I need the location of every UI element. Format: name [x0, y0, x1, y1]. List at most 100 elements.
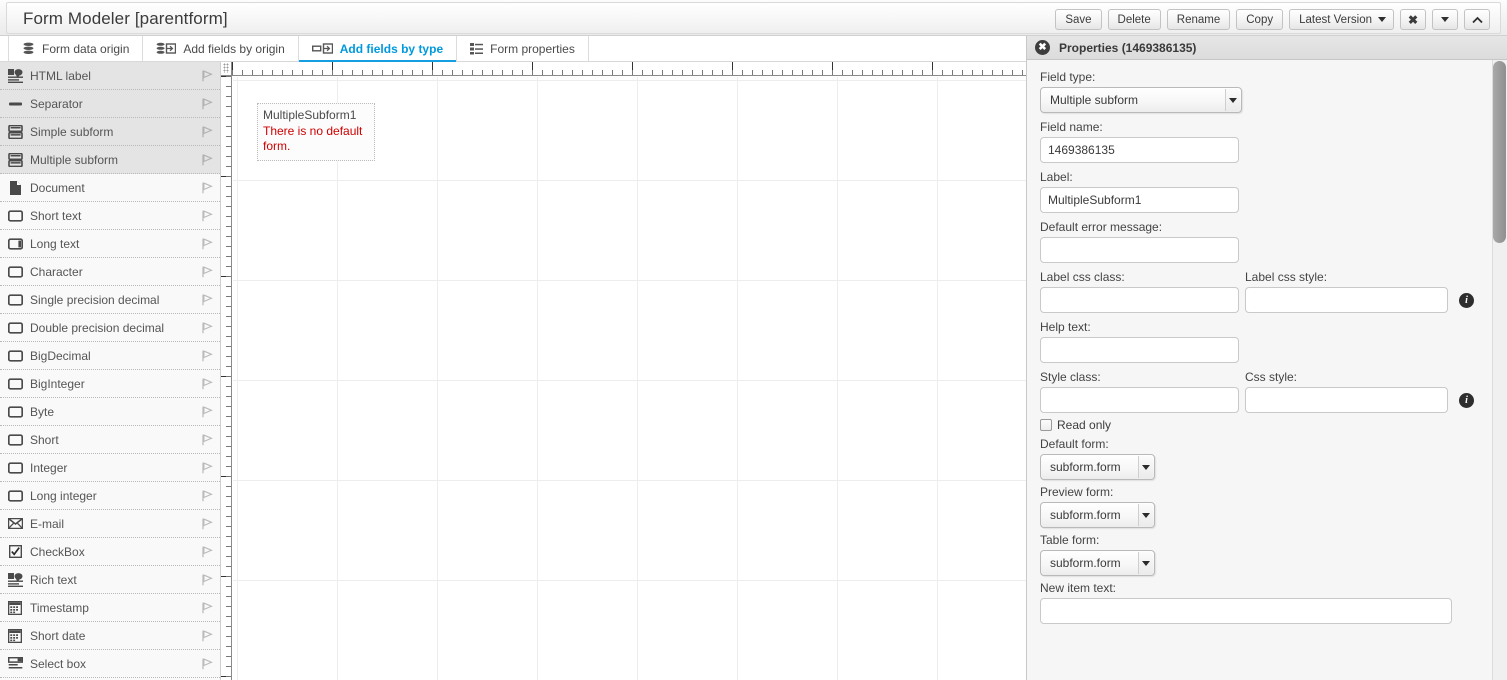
tab-label: Form data origin: [42, 41, 130, 56]
palette-item-rich-text[interactable]: Rich text: [0, 566, 220, 594]
palette-item-short-date[interactable]: Short date: [0, 622, 220, 650]
flag-icon[interactable]: [200, 377, 214, 391]
form-canvas[interactable]: MultipleSubform1 There is no default for…: [221, 62, 1026, 680]
flag-icon[interactable]: [200, 181, 214, 195]
table-form-select[interactable]: subform.form: [1040, 550, 1155, 576]
palette-item-checkbox[interactable]: CheckBox: [0, 538, 220, 566]
subform-icon: [6, 152, 24, 168]
flag-icon[interactable]: [200, 489, 214, 503]
palette-item-long-text[interactable]: Long text: [0, 230, 220, 258]
tab-label: Add fields by origin: [183, 41, 285, 56]
version-dropdown[interactable]: Latest Version: [1289, 9, 1394, 30]
info-icon[interactable]: i: [1459, 393, 1474, 408]
tab-add-fields-by-origin[interactable]: Add fields by origin: [143, 36, 299, 61]
palette-item-integer[interactable]: Integer: [0, 454, 220, 482]
palette-item-bigdecimal[interactable]: BigDecimal: [0, 342, 220, 370]
label-css-style-input[interactable]: [1245, 287, 1448, 313]
palette-item-label: Long integer: [30, 488, 97, 503]
preview-form-select[interactable]: subform.form: [1040, 502, 1155, 528]
default-form-select[interactable]: subform.form: [1040, 454, 1155, 480]
css-style-input[interactable]: [1245, 387, 1448, 413]
flag-icon[interactable]: [200, 517, 214, 531]
close-icon[interactable]: ✖: [1035, 40, 1050, 55]
palette-item-html-label[interactable]: HTML label: [0, 62, 220, 90]
info-icon[interactable]: i: [1459, 293, 1474, 308]
palette-item-label: E-mail: [30, 516, 65, 531]
palette-item-short-text[interactable]: Short text: [0, 202, 220, 230]
field-type-select[interactable]: Multiple subform: [1040, 87, 1242, 113]
palette-item-multiple-subform[interactable]: Multiple subform: [0, 146, 220, 174]
palette-item-biginteger[interactable]: BigInteger: [0, 370, 220, 398]
flag-icon[interactable]: [200, 405, 214, 419]
close-button[interactable]: ✖: [1400, 9, 1426, 30]
flag-icon[interactable]: [200, 125, 214, 139]
read-only-row[interactable]: Read only: [1040, 418, 1480, 432]
field-label: MultipleSubform1: [263, 108, 357, 122]
palette-item-long-integer[interactable]: Long integer: [0, 482, 220, 510]
checkbox-icon: [6, 544, 24, 560]
palette-item-double-precision-decimal[interactable]: Double precision decimal: [0, 314, 220, 342]
rich-text-icon: [6, 572, 24, 588]
flag-icon[interactable]: [200, 209, 214, 223]
flag-icon[interactable]: [200, 545, 214, 559]
field-name-input[interactable]: [1040, 137, 1239, 163]
help-text-input[interactable]: [1040, 337, 1239, 363]
flag-icon[interactable]: [200, 657, 214, 671]
flag-icon[interactable]: [200, 265, 214, 279]
properties-scrollbar-thumb[interactable]: [1493, 61, 1506, 243]
palette-item-select-box[interactable]: Select box: [0, 650, 220, 678]
style-class-input[interactable]: [1040, 387, 1239, 413]
flag-icon[interactable]: [200, 601, 214, 615]
properties-header: ✖ Properties (1469386135): [1027, 36, 1507, 60]
read-only-checkbox[interactable]: [1040, 419, 1052, 431]
flag-icon[interactable]: [200, 97, 214, 111]
textbox-icon: [6, 488, 24, 504]
document-icon: [6, 180, 24, 196]
palette-item-timestamp[interactable]: Timestamp: [0, 594, 220, 622]
palette-item-simple-subform[interactable]: Simple subform: [0, 118, 220, 146]
palette-item-label: Rich text: [30, 572, 77, 587]
palette-item-document[interactable]: Document: [0, 174, 220, 202]
flag-icon[interactable]: [200, 629, 214, 643]
copy-button[interactable]: Copy: [1236, 9, 1284, 30]
tab-add-fields-by-type[interactable]: Add fields by type: [298, 36, 458, 62]
form-field-multiplesubform1[interactable]: MultipleSubform1 There is no default for…: [257, 103, 375, 161]
flag-icon[interactable]: [200, 153, 214, 167]
label-input[interactable]: [1040, 187, 1239, 213]
label-css-class-input[interactable]: [1040, 287, 1239, 313]
canvas-grid[interactable]: MultipleSubform1 There is no default for…: [233, 77, 1026, 680]
ruler-corner-handle[interactable]: [221, 62, 232, 76]
delete-button[interactable]: Delete: [1107, 9, 1161, 30]
rename-button[interactable]: Rename: [1166, 9, 1231, 30]
label-css-class-label: Label css class:: [1040, 270, 1125, 284]
style-class-label: Style class:: [1040, 370, 1101, 384]
expand-down-button[interactable]: [1432, 9, 1458, 30]
flag-icon[interactable]: [200, 433, 214, 447]
palette-item-label: Short text: [30, 208, 82, 223]
new-item-text-input[interactable]: [1040, 598, 1452, 624]
collapse-up-button[interactable]: [1464, 9, 1490, 30]
chevron-down-icon: [1138, 456, 1153, 478]
palette-item-e-mail[interactable]: E-mail: [0, 510, 220, 538]
css-class-style-row: Label css class: Label css style: i: [1040, 270, 1480, 313]
flag-icon[interactable]: [200, 293, 214, 307]
flag-icon[interactable]: [200, 69, 214, 83]
tab-form-properties[interactable]: Form properties: [457, 36, 589, 61]
tab-form-data-origin[interactable]: Form data origin: [8, 36, 144, 61]
properties-scrollbar-track[interactable]: [1492, 60, 1507, 680]
save-button[interactable]: Save: [1055, 9, 1102, 30]
palette-item-byte[interactable]: Byte: [0, 398, 220, 426]
palette-item-separator[interactable]: Separator: [0, 90, 220, 118]
default-error-message-input[interactable]: [1040, 237, 1239, 263]
field-type-palette[interactable]: HTML label Separator Simple subform Multipl…: [0, 62, 221, 680]
flag-icon[interactable]: [200, 349, 214, 363]
flag-icon[interactable]: [200, 573, 214, 587]
flag-icon[interactable]: [200, 321, 214, 335]
field-type-value: Multiple subform: [1050, 93, 1139, 107]
palette-item-character[interactable]: Character: [0, 258, 220, 286]
palette-item-single-precision-decimal[interactable]: Single precision decimal: [0, 286, 220, 314]
flag-icon[interactable]: [200, 461, 214, 475]
palette-item-short[interactable]: Short: [0, 426, 220, 454]
flag-icon[interactable]: [200, 237, 214, 251]
palette-item-label: Timestamp: [30, 600, 89, 615]
